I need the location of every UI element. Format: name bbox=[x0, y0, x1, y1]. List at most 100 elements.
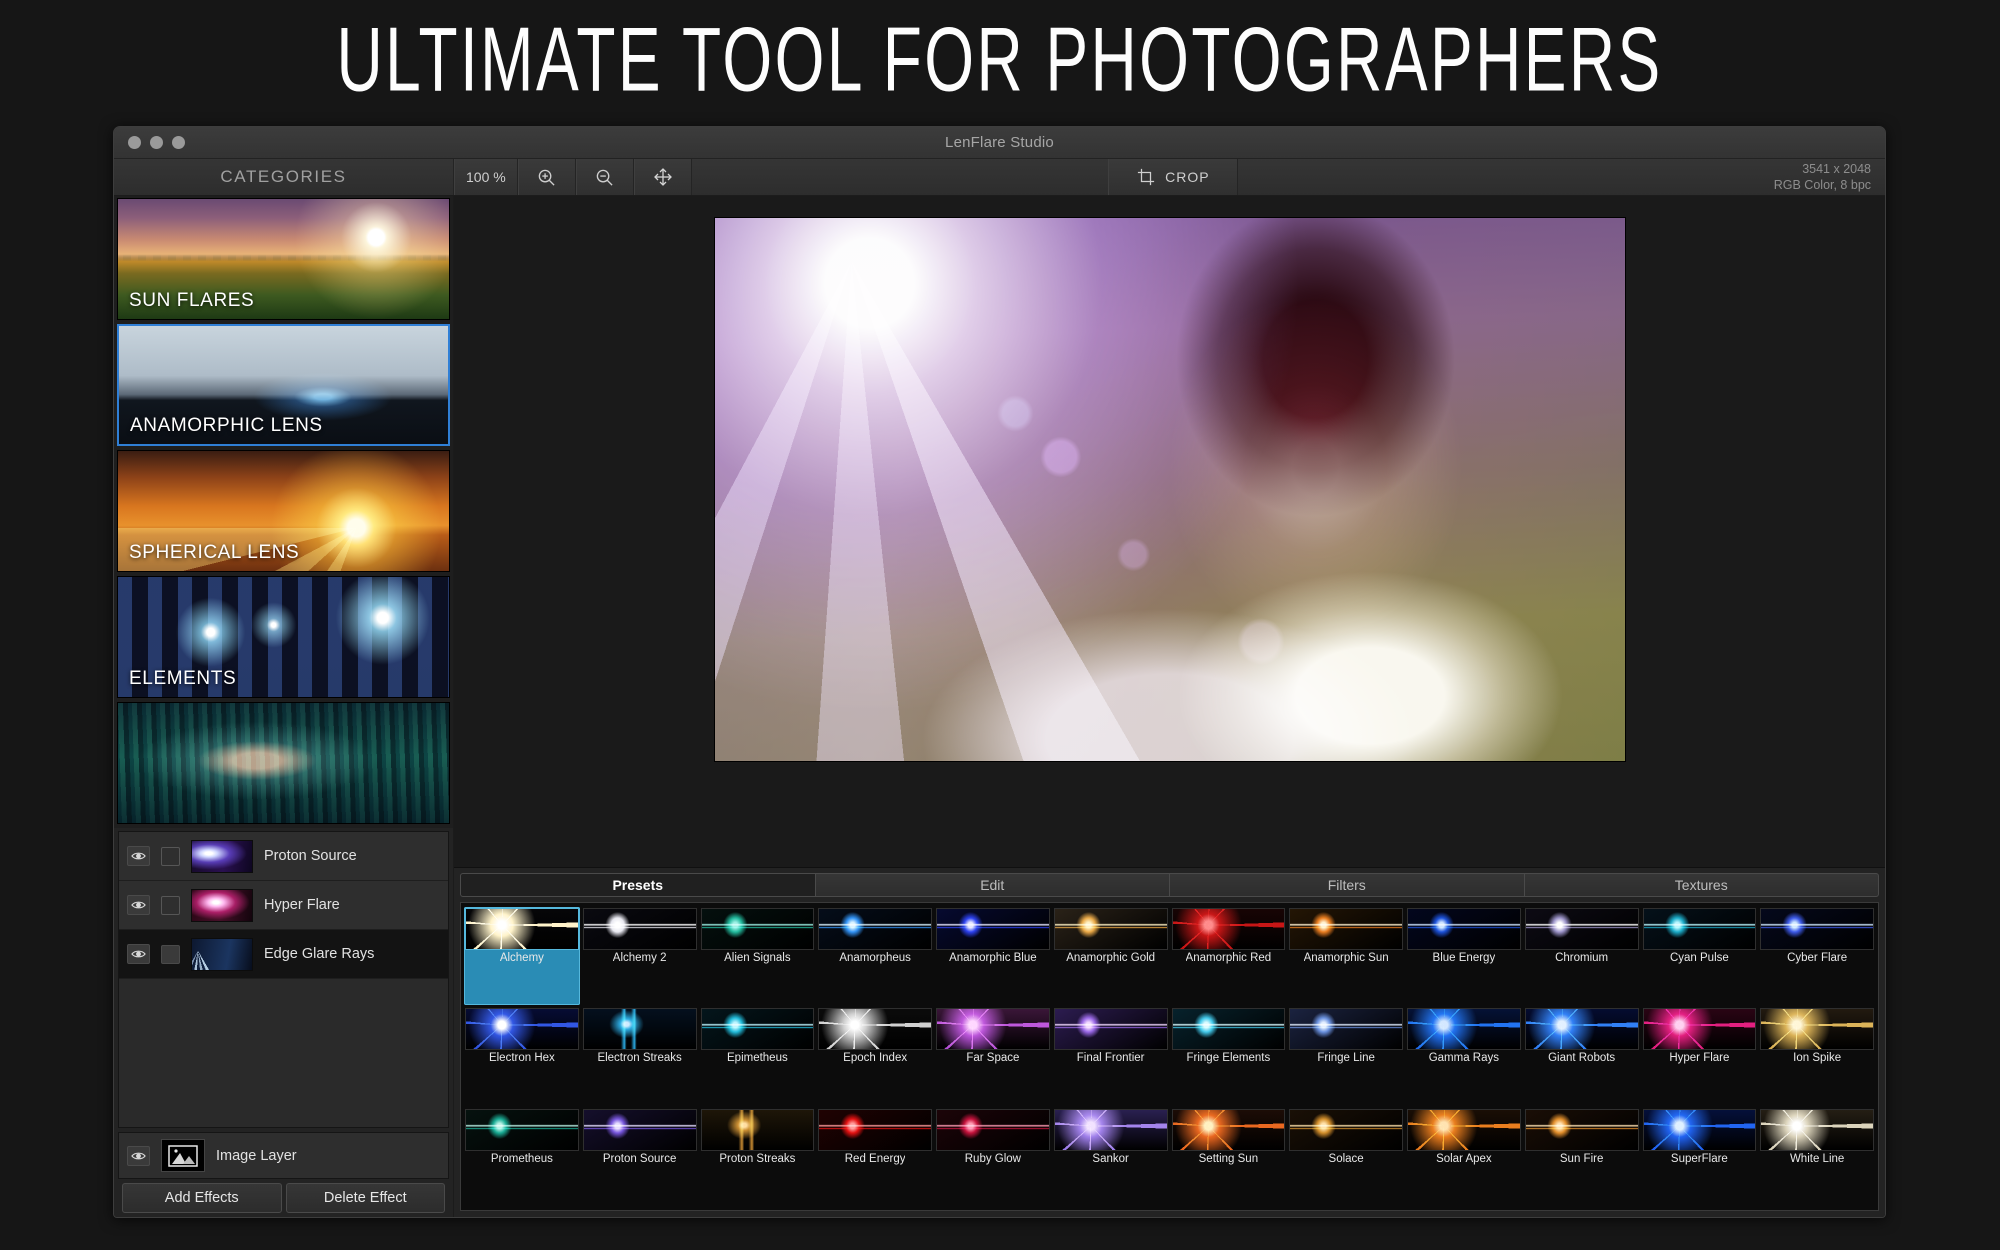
image-color-mode: RGB Color, 8 bpc bbox=[1774, 177, 1871, 193]
preset-item[interactable]: Solar Apex bbox=[1406, 1108, 1522, 1206]
layer-visibility-toggle[interactable] bbox=[127, 846, 150, 866]
delete-effect-button[interactable]: Delete Effect bbox=[286, 1183, 446, 1213]
layer-visibility-toggle[interactable] bbox=[127, 944, 150, 964]
category-label: ANAMORPHIC LENS bbox=[130, 415, 323, 437]
preset-item[interactable]: Solace bbox=[1288, 1108, 1404, 1206]
preset-item[interactable]: Red Energy bbox=[817, 1108, 933, 1206]
layer-row[interactable]: Hyper Flare bbox=[119, 881, 448, 930]
categories-list[interactable]: SUN FLARES ANAMORPHIC LENS SPHERICAL LENS E… bbox=[114, 196, 453, 828]
preset-item[interactable]: Anamorpheus bbox=[817, 907, 933, 1005]
tab-presets[interactable]: Presets bbox=[460, 873, 816, 897]
left-panel: SUN FLARES ANAMORPHIC LENS SPHERICAL LENS E… bbox=[114, 196, 454, 1217]
panel-tabs[interactable]: PresetsEditFiltersTextures bbox=[460, 873, 1879, 897]
preset-thumbnail bbox=[583, 1109, 697, 1151]
move-tool-button[interactable] bbox=[634, 159, 692, 195]
category-label: ELEMENTS bbox=[129, 668, 236, 690]
preset-item[interactable]: Cyber Flare bbox=[1759, 907, 1875, 1005]
preset-name: Ruby Glow bbox=[965, 1153, 1021, 1165]
category-item[interactable]: ELEMENTS bbox=[117, 576, 450, 698]
layer-checkbox[interactable] bbox=[161, 896, 180, 915]
preset-name: Far Space bbox=[966, 1052, 1019, 1064]
preset-thumbnail bbox=[818, 908, 932, 950]
preset-item[interactable]: Anamorphic Gold bbox=[1053, 907, 1169, 1005]
preset-item[interactable]: Epoch Index bbox=[817, 1007, 933, 1105]
preset-name: Epoch Index bbox=[843, 1052, 907, 1064]
zoom-out-button[interactable] bbox=[576, 159, 634, 195]
zoom-level-display[interactable]: 100 % bbox=[454, 159, 518, 195]
preset-item[interactable]: Prometheus bbox=[464, 1108, 580, 1206]
layer-name: Hyper Flare bbox=[264, 897, 340, 913]
preset-item[interactable]: Epimetheus bbox=[700, 1007, 816, 1105]
minimize-window-button[interactable] bbox=[150, 136, 163, 149]
layer-name: Edge Glare Rays bbox=[264, 946, 374, 962]
preset-item[interactable]: Electron Hex bbox=[464, 1007, 580, 1105]
layer-row[interactable]: Proton Source bbox=[119, 832, 448, 881]
layer-row[interactable]: Edge Glare Rays bbox=[119, 930, 448, 979]
preset-item[interactable]: White Line bbox=[1759, 1108, 1875, 1206]
preset-item[interactable]: Alien Signals bbox=[700, 907, 816, 1005]
preset-item[interactable]: Setting Sun bbox=[1171, 1108, 1287, 1206]
layer-visibility-toggle[interactable] bbox=[127, 895, 150, 915]
preset-name: Sun Fire bbox=[1560, 1153, 1603, 1165]
layer-checkbox[interactable] bbox=[161, 847, 180, 866]
magnifier-minus-icon bbox=[595, 168, 614, 187]
preset-item[interactable]: Giant Robots bbox=[1524, 1007, 1640, 1105]
image-info: 3541 x 2048 RGB Color, 8 bpc bbox=[1655, 159, 1885, 195]
tab-edit[interactable]: Edit bbox=[816, 873, 1171, 897]
preset-thumbnail bbox=[818, 1109, 932, 1151]
preset-item[interactable]: Cyan Pulse bbox=[1642, 907, 1758, 1005]
preset-item[interactable]: Anamorphic Sun bbox=[1288, 907, 1404, 1005]
preset-thumbnail bbox=[701, 1008, 815, 1050]
preset-item[interactable]: Proton Source bbox=[582, 1108, 698, 1206]
category-item[interactable] bbox=[117, 702, 450, 824]
preset-name: Anamorpheus bbox=[839, 952, 911, 964]
preset-item[interactable]: Anamorphic Red bbox=[1171, 907, 1287, 1005]
preset-name: Proton Streaks bbox=[719, 1153, 795, 1165]
effect-layers-list[interactable]: Proton Source Hyper Flare Edge Glare Rays bbox=[118, 831, 449, 1128]
preset-item[interactable]: Fringe Line bbox=[1288, 1007, 1404, 1105]
preset-grid[interactable]: AlchemyAlchemy 2 Alien Signals Anamorpheus… bbox=[460, 902, 1879, 1211]
move-arrows-icon bbox=[653, 167, 673, 187]
preset-item[interactable]: Sun Fire bbox=[1524, 1108, 1640, 1206]
preset-name: White Line bbox=[1790, 1153, 1844, 1165]
preset-item[interactable]: Anamorphic Blue bbox=[935, 907, 1051, 1005]
preset-item[interactable]: SuperFlare bbox=[1642, 1108, 1758, 1206]
image-canvas-area[interactable] bbox=[454, 196, 1885, 868]
preset-item[interactable]: Fringe Elements bbox=[1171, 1007, 1287, 1105]
promo-headline: ULTIMATE TOOL FOR PHOTOGRAPHERS bbox=[0, 0, 2000, 118]
image-layer-row[interactable]: Image Layer bbox=[119, 1133, 448, 1178]
preset-item[interactable]: Hyper Flare bbox=[1642, 1007, 1758, 1105]
category-item[interactable]: SUN FLARES bbox=[117, 198, 450, 320]
tab-textures[interactable]: Textures bbox=[1525, 873, 1880, 897]
layer-thumbnail bbox=[191, 840, 253, 873]
preset-item[interactable]: Electron Streaks bbox=[582, 1007, 698, 1105]
preset-name: Alien Signals bbox=[724, 952, 790, 964]
preset-item[interactable]: Final Frontier bbox=[1053, 1007, 1169, 1105]
zoom-in-button[interactable] bbox=[518, 159, 576, 195]
crop-label: CROP bbox=[1165, 169, 1209, 185]
preset-item[interactable]: Gamma Rays bbox=[1406, 1007, 1522, 1105]
preset-item[interactable]: Ruby Glow bbox=[935, 1108, 1051, 1206]
add-effects-button[interactable]: Add Effects bbox=[122, 1183, 282, 1213]
preset-item[interactable]: Alchemy bbox=[464, 907, 580, 1005]
preset-item[interactable]: Far Space bbox=[935, 1007, 1051, 1105]
category-item[interactable]: SPHERICAL LENS bbox=[117, 450, 450, 572]
preset-item[interactable]: Chromium bbox=[1524, 907, 1640, 1005]
right-panel: PresetsEditFiltersTextures AlchemyAlchem… bbox=[454, 196, 1885, 1217]
tab-filters[interactable]: Filters bbox=[1170, 873, 1525, 897]
preset-item[interactable]: Blue Energy bbox=[1406, 907, 1522, 1005]
crop-button[interactable]: CROP bbox=[1108, 159, 1238, 195]
preset-item[interactable]: Proton Streaks bbox=[700, 1108, 816, 1206]
preset-item[interactable]: Sankor bbox=[1053, 1108, 1169, 1206]
preset-item[interactable]: Ion Spike bbox=[1759, 1007, 1875, 1105]
close-window-button[interactable] bbox=[128, 136, 141, 149]
layer-checkbox[interactable] bbox=[161, 945, 180, 964]
preset-thumbnail bbox=[1760, 908, 1874, 950]
window-controls[interactable] bbox=[128, 136, 185, 149]
maximize-window-button[interactable] bbox=[172, 136, 185, 149]
preset-thumbnail bbox=[936, 908, 1050, 950]
image-layer-visibility-toggle[interactable] bbox=[127, 1146, 150, 1166]
category-item[interactable]: ANAMORPHIC LENS bbox=[117, 324, 450, 446]
preset-item[interactable]: Alchemy 2 bbox=[582, 907, 698, 1005]
preset-thumbnail bbox=[1525, 1109, 1639, 1151]
